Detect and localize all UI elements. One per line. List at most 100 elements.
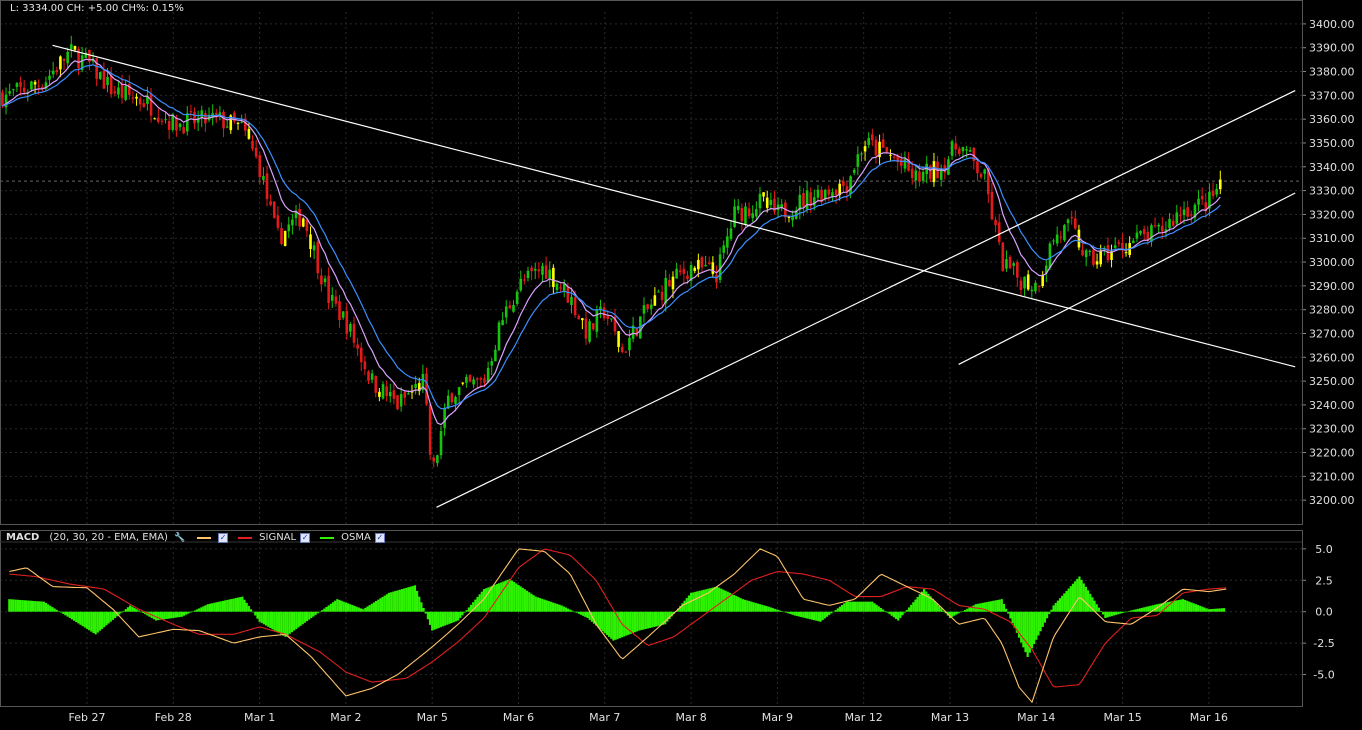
candle-body [1168, 218, 1171, 229]
price-tick-label: 3260.00 [1309, 351, 1355, 364]
osma-bar [1134, 609, 1137, 612]
osma-bar [422, 607, 425, 612]
candle-body [30, 81, 33, 90]
osma-bar [871, 601, 874, 612]
candle-body [1124, 252, 1128, 254]
osma-bar [85, 611, 89, 629]
osma-bar [1002, 603, 1006, 612]
date-tick-label: Mar 1 [244, 711, 275, 724]
osma-bar [70, 611, 73, 620]
candle-body [265, 173, 269, 200]
osma-bar [236, 597, 240, 612]
date-tick-label: Mar 7 [589, 711, 620, 724]
candle-body [678, 270, 682, 273]
candle-body [682, 268, 686, 274]
osma-visible-checkbox[interactable]: ✓ [374, 532, 385, 543]
osma-bar [562, 606, 565, 612]
candle-body [1005, 259, 1008, 269]
osma-bar [1052, 605, 1055, 612]
osma-bar [10, 599, 13, 612]
osma-bar [1026, 611, 1029, 657]
osma-bar [718, 587, 721, 612]
osma-bar [1050, 609, 1053, 612]
osma-bar [452, 611, 455, 623]
osma-bar [211, 603, 214, 612]
candle-body [69, 44, 73, 50]
osma-bar [1089, 593, 1092, 612]
macd-visible-checkbox[interactable]: ✓ [218, 532, 229, 543]
osma-bar [1086, 590, 1090, 612]
osma-bar [316, 611, 319, 614]
osma-bar [170, 611, 173, 619]
candle-body [653, 295, 657, 306]
candle-body [573, 297, 577, 316]
candle-body [316, 241, 320, 274]
candle-body [751, 213, 755, 219]
osma-bar [907, 607, 911, 612]
chart-canvas[interactable]: 3200.00 3210.00 3220.00 3230.00 3240.00 3250.… [0, 0, 1362, 730]
osma-bar [771, 608, 775, 612]
candle-body [1092, 249, 1095, 265]
osma-bar [534, 596, 537, 612]
candle-body [523, 279, 526, 281]
osma-bar [109, 611, 112, 622]
candle-body [624, 351, 628, 353]
candle-body [291, 219, 294, 226]
candle-body [533, 268, 537, 271]
signal-visible-checkbox[interactable]: ✓ [300, 532, 311, 543]
osma-bar [16, 599, 20, 612]
candle-body [740, 207, 744, 222]
osma-bar [541, 598, 544, 612]
osma-bar [375, 601, 378, 612]
candle-body [1186, 207, 1189, 217]
osma-bar [603, 611, 606, 634]
osma-bar [208, 603, 212, 612]
osma-bar [21, 600, 24, 612]
price-readout: L: 3334.00 CH: +5.00 CH%: 0.15% [10, 3, 184, 14]
osma-bar [305, 611, 309, 622]
osma-bar [456, 611, 460, 621]
osma-bar [23, 600, 26, 612]
candle-body [392, 390, 396, 399]
osma-bar [19, 599, 22, 612]
osma-bar [400, 589, 404, 612]
wrench-icon[interactable]: 🔧 [174, 533, 185, 543]
osma-bar [1054, 603, 1057, 612]
osma-bar [351, 605, 354, 612]
osma-bar [1190, 602, 1193, 612]
osma-bar [554, 603, 557, 612]
candle-body [15, 83, 19, 88]
osma-bar [185, 611, 188, 615]
osma-bar [608, 611, 611, 637]
osma-bar [321, 610, 324, 612]
candle-body [1113, 245, 1117, 248]
candle-body [102, 70, 106, 89]
osma-bar [649, 611, 652, 628]
osma-bar [415, 590, 419, 612]
macd-tick-label: 2.5 [1315, 574, 1333, 587]
osma-bar [193, 610, 196, 612]
candle-body [472, 379, 475, 385]
osma-bar [444, 611, 447, 626]
osma-bar [743, 599, 747, 612]
osma-bar [241, 596, 244, 612]
osma-bar [75, 611, 78, 623]
candle-body [167, 121, 171, 130]
osma-bar [864, 601, 867, 612]
osma-bar [1220, 608, 1223, 612]
osma-bar [243, 599, 246, 612]
osma-bar [1061, 595, 1064, 612]
candle-body [548, 269, 552, 279]
osma-bar [513, 581, 516, 612]
osma-bar [437, 611, 440, 629]
candle-body [468, 374, 472, 382]
macd-legend: MACD (20, 30, 20 - EMA, EMA) 🔧 ✓ SIGNAL … [6, 532, 391, 543]
candle-body [407, 393, 410, 395]
candle-body [1008, 256, 1012, 269]
candle-body [994, 219, 997, 226]
osma-bar [959, 611, 962, 613]
osma-bar [517, 584, 520, 612]
candle-body [1171, 220, 1175, 226]
candle-body [1023, 276, 1026, 289]
candle-body [747, 208, 751, 217]
